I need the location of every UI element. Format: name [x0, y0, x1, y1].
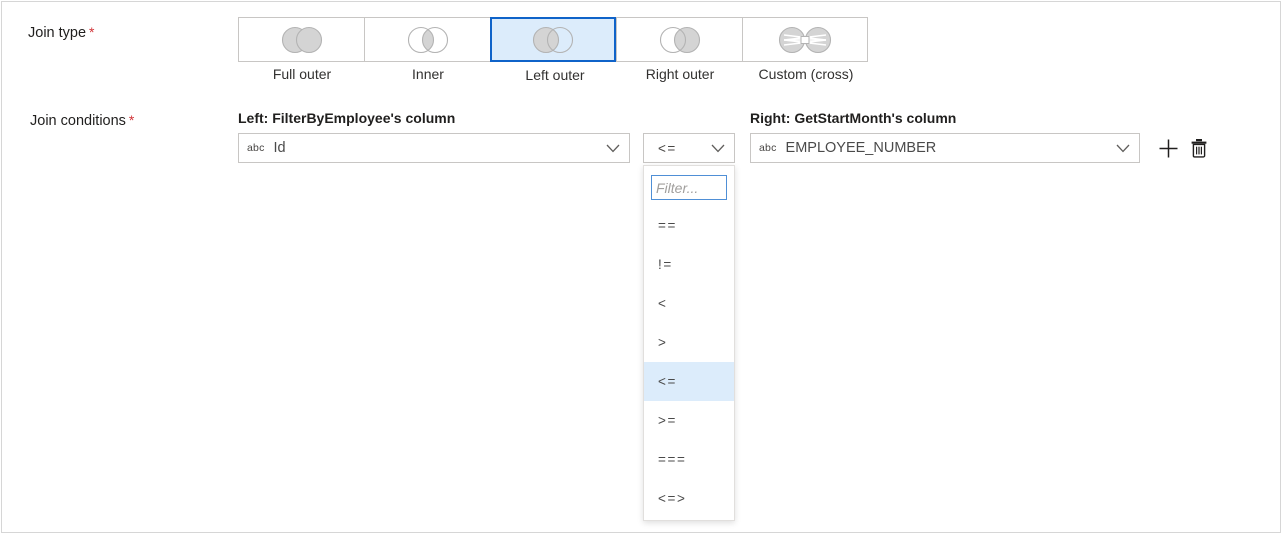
- operator-option[interactable]: >: [644, 323, 734, 362]
- operator-option-selected[interactable]: <=: [644, 362, 734, 401]
- left-column-select[interactable]: abc Id: [238, 133, 630, 163]
- add-condition-button[interactable]: [1155, 135, 1181, 161]
- venn-custom-cross-icon: [778, 26, 832, 53]
- operator-option[interactable]: <: [644, 284, 734, 323]
- right-column-select[interactable]: abc EMPLOYEE_NUMBER: [750, 133, 1140, 163]
- join-type-option-label: Left outer: [525, 67, 585, 83]
- join-type-option-label: Custom (cross): [758, 66, 854, 82]
- join-type-option-label: Right outer: [645, 66, 715, 82]
- venn-inner-icon: [407, 26, 448, 53]
- join-type-option-left-outer[interactable]: Left outer: [490, 17, 616, 83]
- chevron-down-icon: [606, 144, 620, 153]
- join-type-option-label: Full outer: [272, 66, 332, 82]
- abc-type-icon: abc: [247, 142, 265, 154]
- join-type-label: Join type *: [28, 24, 95, 41]
- operator-filter-wrapper: [644, 166, 734, 206]
- join-type-option-full-outer[interactable]: Full outer: [238, 17, 364, 82]
- left-column-heading: Left: FilterByEmployee's column: [238, 110, 456, 126]
- operator-option[interactable]: !=: [644, 245, 734, 284]
- required-asterisk: *: [89, 24, 95, 40]
- join-type-label-text: Join type: [28, 25, 87, 41]
- abc-type-icon: abc: [759, 142, 777, 154]
- delete-condition-button[interactable]: [1186, 135, 1212, 161]
- operator-option[interactable]: ==: [644, 206, 734, 245]
- left-column-value: Id: [273, 140, 286, 156]
- right-column-heading: Right: GetStartMonth's column: [750, 110, 957, 126]
- join-type-option-custom-cross[interactable]: Custom (cross): [742, 17, 868, 82]
- trash-icon: [1191, 139, 1207, 158]
- chevron-down-icon: [1116, 144, 1130, 153]
- join-conditions-label: Join conditions *: [30, 112, 134, 129]
- right-column-value: EMPLOYEE_NUMBER: [785, 140, 937, 156]
- join-type-option-label: Inner: [412, 66, 444, 82]
- operator-option[interactable]: >=: [644, 401, 734, 440]
- join-type-option-right-outer[interactable]: Right outer: [616, 17, 742, 82]
- chevron-down-icon: [711, 144, 725, 153]
- join-type-option-inner[interactable]: Inner: [364, 17, 490, 82]
- join-conditions-label-text: Join conditions: [30, 113, 126, 129]
- required-asterisk: *: [128, 112, 135, 128]
- venn-full-outer-icon: [281, 26, 322, 53]
- venn-left-outer-icon: [532, 26, 574, 53]
- operator-dropdown-panel: == != < > <= >= === <=>: [643, 165, 735, 521]
- operator-option[interactable]: <=>: [644, 479, 734, 518]
- operator-filter-input[interactable]: [651, 175, 727, 200]
- plus-icon: [1159, 139, 1177, 157]
- operator-option[interactable]: ===: [644, 440, 734, 479]
- join-configuration-panel: Join type * Full outer Inner Left outer …: [1, 1, 1281, 533]
- venn-right-outer-icon: [659, 26, 700, 53]
- join-type-option-group: Full outer Inner Left outer Right outer …: [238, 17, 868, 83]
- operator-value: <=: [658, 140, 677, 156]
- operator-select[interactable]: <=: [643, 133, 735, 163]
